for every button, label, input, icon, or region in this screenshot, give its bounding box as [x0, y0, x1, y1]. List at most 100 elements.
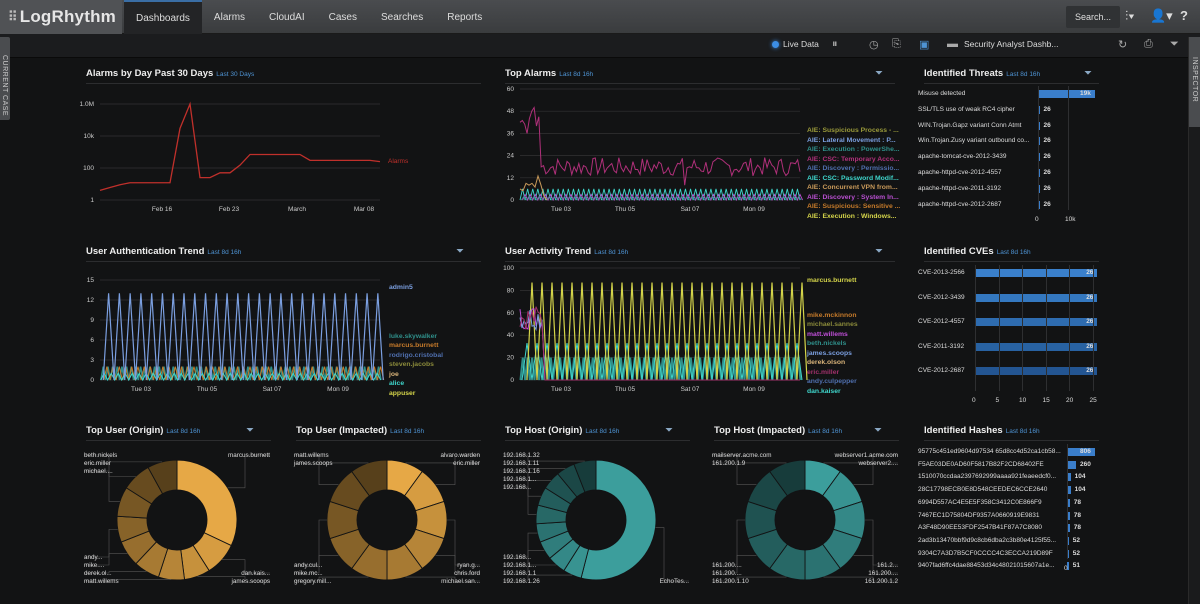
time-range-label: Last 8d 16h — [1005, 428, 1040, 435]
slice-label: gregory.mill... — [294, 578, 332, 585]
slice-label: 192.168... — [503, 554, 531, 561]
legend-item[interactable]: michael.sannes — [807, 320, 858, 330]
panel-top-alarms: Top Alarms Last 8d 16h ⏷ 0 12 24 36 48 60 Tue 0… — [505, 68, 900, 228]
logo[interactable]: ⠿ LogRhythm — [0, 0, 122, 34]
nav-tab-dashboards[interactable]: Dashboards — [124, 0, 202, 34]
bar-value-label: 78 — [1073, 498, 1081, 506]
slice-label: 161.2... — [877, 562, 898, 569]
slice-label: 192.168.1.11 — [503, 460, 540, 467]
bar[interactable] — [975, 293, 1098, 302]
bar[interactable] — [975, 342, 1098, 351]
legend-item[interactable]: derek.olson — [807, 358, 858, 368]
help-icon[interactable]: ? — [1180, 8, 1188, 23]
legend-item[interactable]: james.scoops — [807, 349, 858, 359]
clock-icon[interactable]: ◷ — [869, 38, 879, 51]
slice-label: michael.... — [84, 468, 113, 475]
live-data-label: Live Data — [783, 39, 819, 49]
bar-category-label: apache-httpd-cve-2012-2687 — [918, 200, 1002, 208]
slice-label: 161.200.1.9 — [712, 460, 746, 467]
save-icon[interactable]: ▣ — [919, 38, 929, 51]
print-icon[interactable]: ⎙ — [1144, 38, 1153, 51]
filter-icon[interactable]: ⏷ — [875, 246, 883, 257]
filter-icon[interactable]: ⏷ — [1084, 68, 1092, 79]
legend-item[interactable]: AIE: Concurrent VPN from... — [807, 183, 900, 193]
leader-line — [712, 519, 745, 566]
filter-icon[interactable]: ⏷ — [874, 425, 882, 436]
filter-icon[interactable]: ⏷ — [665, 425, 673, 436]
legend-item[interactable]: dan.kaiser — [807, 387, 858, 397]
slice-label: 161.200.1.2 — [865, 578, 899, 585]
legend-item[interactable]: AIE: Suspicious Process - ... — [807, 126, 900, 136]
export-icon[interactable]: ⎘ — [892, 38, 901, 51]
legend-item[interactable]: andy.culpepper — [807, 377, 858, 387]
nav-tab-alarms[interactable]: Alarms — [202, 0, 257, 34]
legend-item[interactable]: marcus.burnett — [807, 276, 858, 286]
bar-category-label: 28C17798ECB0E8D548CEEDEC6CCE2640 — [918, 486, 1048, 494]
title-divider — [714, 440, 899, 441]
slice-label: dan.kais... — [241, 570, 270, 577]
legend-item[interactable]: matt.willems — [807, 330, 858, 340]
legend-item[interactable]: AIE: Execution : Windows... — [807, 212, 900, 222]
time-range-label: Last 8d 16h — [1006, 71, 1041, 78]
pause-icon[interactable]: ⏸ — [832, 38, 838, 51]
panel-title: Top Alarms Last 8d 16h — [505, 68, 594, 79]
slice-label: 161.200.... — [712, 562, 742, 569]
bar[interactable] — [975, 367, 1098, 375]
leader-line — [294, 519, 327, 566]
nav-tab-searches[interactable]: Searches — [369, 0, 435, 34]
panel-top-user-origin: Top User (Origin) Last 8d 16h ⏷ marcus.bu… — [84, 425, 276, 595]
legend-item[interactable]: eric.miller — [807, 368, 858, 378]
title-divider — [505, 440, 690, 441]
live-data-toggle[interactable]: Live Data — [772, 39, 819, 49]
search-button[interactable]: Search... — [1066, 6, 1120, 28]
bar[interactable] — [975, 269, 1098, 277]
y-tick-label: 60 — [507, 310, 515, 317]
slice-label: matt.willems — [294, 452, 329, 459]
x-tick-label: 10 — [1019, 397, 1027, 404]
inspector-drawer[interactable]: INSPECTOR — [1188, 37, 1200, 604]
legend-item[interactable]: AIE: CSC: Password Modif... — [807, 174, 900, 184]
slice-label: 161.200.... — [712, 570, 742, 577]
filter-icon[interactable]: ⏷ — [456, 246, 464, 257]
bar-value-label: 26 — [1043, 121, 1051, 129]
user-icon[interactable]: 👤▾ — [1150, 8, 1173, 24]
slice-label: eric.miller — [84, 460, 111, 467]
legend-item[interactable]: AIE: Discovery : System In... — [807, 193, 900, 203]
x-tick-label: Sat 07 — [681, 206, 700, 213]
filter-icon[interactable]: ⏷ — [875, 68, 883, 79]
filter-icon[interactable]: ⏷ — [246, 425, 254, 436]
bar[interactable] — [1067, 460, 1077, 469]
bar-category-label: apache-tomcat-cve-2012-3439 — [918, 153, 1007, 161]
nav-tab-reports[interactable]: Reports — [435, 0, 494, 34]
y-tick-label: 0 — [510, 197, 514, 204]
gridline — [1092, 265, 1094, 391]
bar[interactable] — [975, 318, 1098, 326]
time-range-label: Last 8d 16h — [166, 428, 201, 435]
filter-icon[interactable]: ⏷ — [1170, 38, 1179, 51]
y-tick-label: 48 — [507, 108, 515, 115]
refresh-icon[interactable]: ↻ — [1118, 38, 1127, 51]
slice-label: 192.168.1.32 — [503, 452, 540, 459]
x-tick-label: Thu 05 — [615, 386, 636, 393]
legend-item[interactable]: beth.nickels — [807, 339, 858, 349]
panel-title: Identified CVEs Last 8d 16h — [924, 246, 1031, 257]
title-divider — [924, 261, 1099, 262]
legend-item[interactable]: mike.mckinnon — [807, 311, 858, 321]
legend-item[interactable]: AIE: Lateral Movement : P... — [807, 136, 900, 146]
legend-item[interactable]: AIE: Suspicious: Sensitive ... — [807, 202, 900, 212]
settings-sliders-icon[interactable]: ⫶▾ — [1125, 8, 1135, 24]
nav-tab-cloudai[interactable]: CloudAI — [257, 0, 317, 34]
slice-label: marcus.burnett — [228, 452, 270, 459]
y-tick-label: 0 — [510, 377, 514, 384]
bar-value-label: 104 — [1074, 473, 1086, 481]
leader-line — [84, 529, 118, 558]
legend-item[interactable]: AIE: Execution : PowerShe... — [807, 145, 900, 155]
legend-item[interactable]: AIE: CSC: Temporary Acco... — [807, 155, 900, 165]
gridline — [1038, 86, 1039, 210]
layout-icon: ▬ — [947, 38, 958, 50]
top-navigation-bar: ⠿ LogRhythm Dashboards Alarms CloudAI Cases S… — [0, 0, 1200, 34]
bar-value-label: 104 — [1074, 486, 1086, 494]
dashboard-selector[interactable]: Security Analyst Dashb... — [964, 39, 1059, 49]
legend-item[interactable]: AIE: Discovery : Permissio... — [807, 164, 900, 174]
nav-tab-cases[interactable]: Cases — [317, 0, 369, 34]
